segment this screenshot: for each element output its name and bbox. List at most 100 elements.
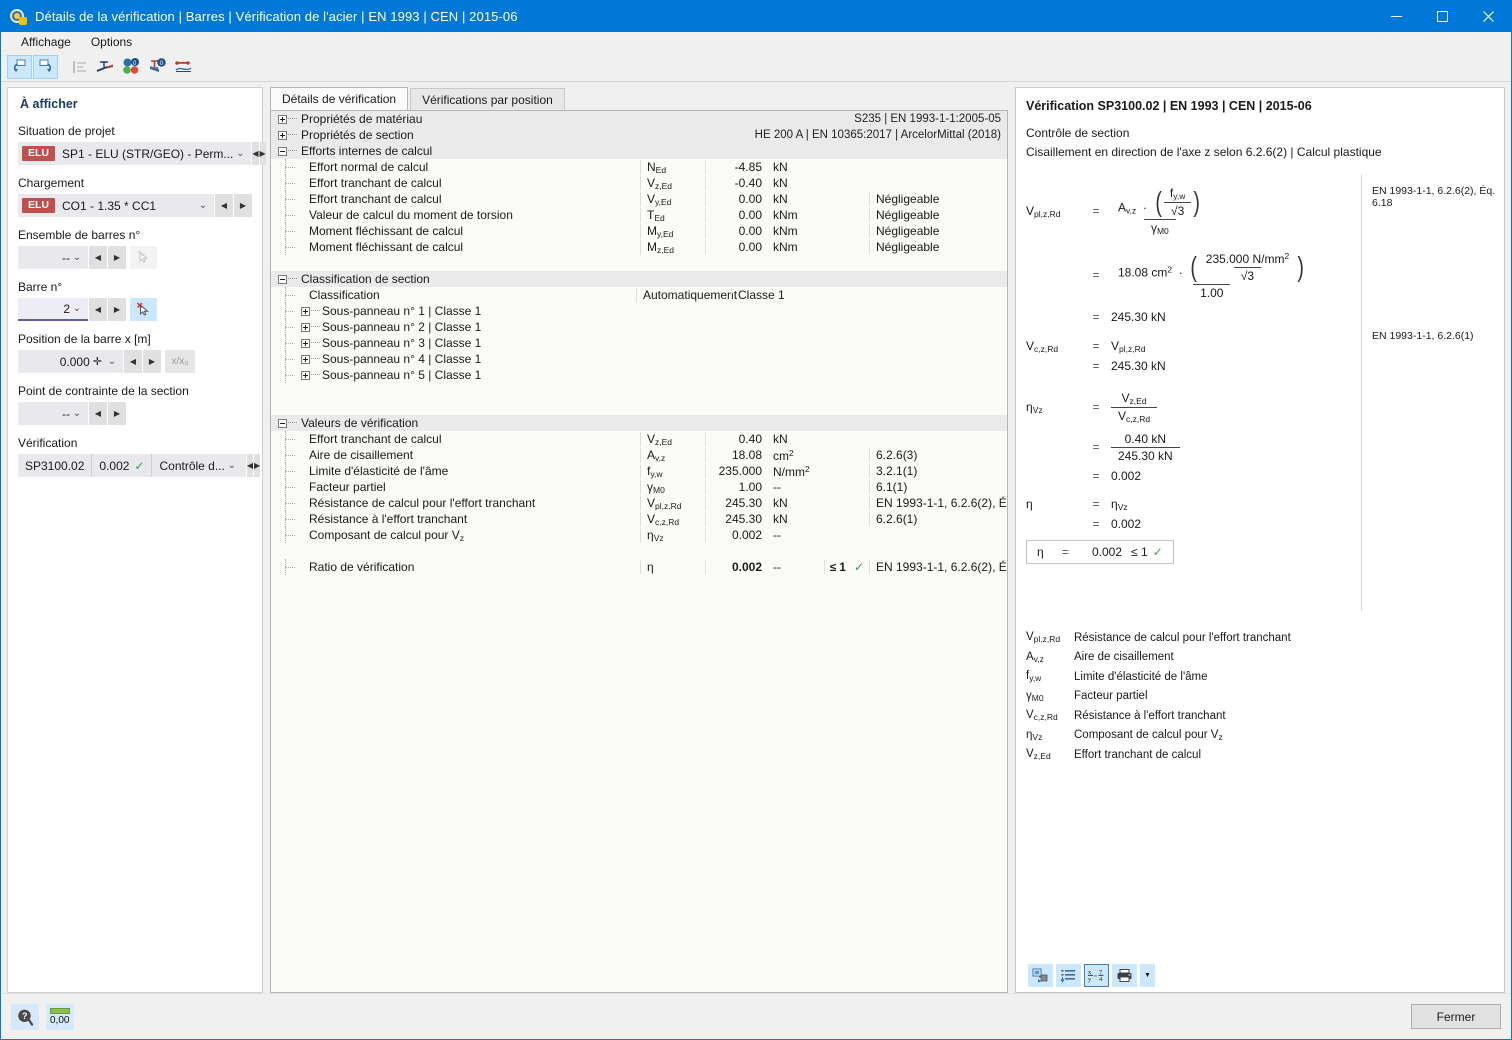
list-view-icon[interactable] xyxy=(67,55,92,79)
collapse-icon[interactable] xyxy=(278,146,287,156)
close-button[interactable]: Fermer xyxy=(1411,1004,1501,1029)
list-icon[interactable] xyxy=(1056,963,1081,987)
subpanel-row[interactable]: Sous-panneau n° 2 | Classe 1 xyxy=(271,319,1007,335)
loading-combo[interactable]: ELU CO1 - 1.35 * CC1 ⌄ xyxy=(18,194,214,217)
eq-lhs-vplzrd: Vpl,z,Rd xyxy=(1026,203,1061,219)
row-note: Négligeable xyxy=(869,240,1007,254)
group-classification[interactable]: Classification de section xyxy=(271,271,1007,287)
equals-sign: = xyxy=(1092,268,1100,282)
eq-rhs-eta: ηVz xyxy=(1111,496,1128,512)
chevron-down-icon[interactable]: ⌄ xyxy=(233,148,247,159)
chevron-down-icon[interactable]: ⌄ xyxy=(105,356,119,367)
group-section-properties[interactable]: Propriétés de section HE 200 A | EN 1036… xyxy=(271,127,1007,143)
next-loading-button[interactable]: ▶ xyxy=(234,194,252,217)
diagram-view-icon[interactable] xyxy=(171,55,196,79)
glossary-row: Av,z Aire de cisaillement xyxy=(1026,648,1291,668)
chevron-down-icon[interactable]: ⌄ xyxy=(196,200,210,211)
table-row: Moment fléchissant de calcul Mz,Ed 0.00 kNm… xyxy=(271,239,1007,255)
menu-options[interactable]: Options xyxy=(81,33,142,51)
caret-down-icon[interactable]: ▼ xyxy=(1140,963,1155,987)
pick-member-set-icon[interactable] xyxy=(130,246,157,269)
member-combo[interactable]: 2 ⌄ xyxy=(18,298,88,321)
expand-icon[interactable] xyxy=(278,130,287,140)
row-label: Effort tranchant de calcul xyxy=(309,192,442,206)
prev-situation-button[interactable]: ◀ xyxy=(252,142,259,165)
expand-icon[interactable] xyxy=(301,370,310,380)
row-symbol: γM0 xyxy=(640,479,705,495)
prev-loading-button[interactable]: ◀ xyxy=(215,194,233,217)
pick-member-icon[interactable] xyxy=(130,298,157,321)
next-verification-button[interactable]: ▶ xyxy=(254,454,261,477)
group-internal-forces[interactable]: Efforts internes de calcul xyxy=(271,143,1007,159)
row-unit: N/mm2 xyxy=(773,463,810,479)
next-member-button[interactable]: ▶ xyxy=(108,298,126,321)
stress-point-combo[interactable]: -- ⌄ xyxy=(18,402,88,425)
member-set-combo[interactable]: -- ⌄ xyxy=(18,246,88,269)
minimize-button[interactable] xyxy=(1373,1,1419,32)
close-icon[interactable] xyxy=(1465,1,1511,32)
equals-sign: = xyxy=(1092,517,1100,531)
results-colored-icon[interactable]: 0 xyxy=(119,55,144,79)
verification-type[interactable]: Contrôle d... ⌄ xyxy=(151,454,245,477)
units-button[interactable]: 0,00 xyxy=(46,1003,74,1030)
maximize-button[interactable] xyxy=(1419,1,1465,32)
check-values-rows: Effort tranchant de calcul Vz,Ed 0.40 kN Air… xyxy=(271,431,1007,543)
next-member-set-button[interactable]: ▶ xyxy=(108,246,126,269)
menu-affichage[interactable]: Affichage xyxy=(11,33,81,51)
subpanel-row[interactable]: Sous-panneau n° 4 | Classe 1 xyxy=(271,351,1007,367)
table-row: Classification Automatiquement Classe 1 xyxy=(271,287,1007,303)
question-mark-icon[interactable]: ? xyxy=(11,1003,39,1030)
tab-verifications-position[interactable]: Vérifications par position xyxy=(410,88,565,110)
collapse-icon[interactable] xyxy=(278,274,287,284)
relative-position-button[interactable]: x/x₀ xyxy=(165,350,195,373)
project-situation-combo[interactable]: ELU SP1 - ELU (STR/GEO) - Perm... ⌄ xyxy=(18,142,252,165)
loading-value: CO1 - 1.35 * CC1 xyxy=(62,198,157,213)
expand-icon[interactable] xyxy=(301,322,310,332)
tab-details-verification[interactable]: Détails de vérification xyxy=(270,87,409,110)
prev-stress-point-button[interactable]: ◀ xyxy=(89,402,107,425)
next-situation-button[interactable]: ▶ xyxy=(259,142,266,165)
next-stress-point-button[interactable]: ▶ xyxy=(108,402,126,425)
collapse-icon[interactable] xyxy=(278,418,287,428)
chevron-down-icon[interactable]: ⌄ xyxy=(70,408,84,419)
verification-ratio: 0.002 ✓ xyxy=(91,454,151,477)
svg-text:=: = xyxy=(1094,973,1098,980)
prev-member-set-button[interactable]: ◀ xyxy=(89,246,107,269)
details-tree: Propriétés de matériau S235 | EN 1993-1-… xyxy=(270,110,1008,993)
subpanel-row[interactable]: Sous-panneau n° 3 | Classe 1 xyxy=(271,335,1007,351)
undo-arrow-icon[interactable] xyxy=(7,54,32,79)
subpanel-label: Sous-panneau n° 2 | Classe 1 xyxy=(322,320,482,334)
chevron-down-icon[interactable]: ⌄ xyxy=(70,252,84,263)
group-check-values[interactable]: Valeurs de vérification xyxy=(271,415,1007,431)
results-detail-icon[interactable]: 0 xyxy=(145,55,170,79)
section-view-icon[interactable] xyxy=(93,55,118,79)
expand-icon[interactable] xyxy=(301,338,310,348)
position-combo[interactable]: 0.000 ✛ ⌄ xyxy=(18,350,123,373)
export-icon[interactable] xyxy=(1028,963,1053,987)
ratio-unit: -- xyxy=(773,560,781,574)
expand-icon[interactable] xyxy=(301,354,310,364)
row-unit: kN xyxy=(773,496,788,510)
table-row: Effort tranchant de calcul Vz,Ed 0.40 kN xyxy=(271,431,1007,447)
row-value: 0.00 xyxy=(705,208,767,222)
row-unit: kN xyxy=(773,160,788,174)
row-value: 0.00 xyxy=(705,192,767,206)
formula-icon[interactable]: x y = 7 4 xyxy=(1084,963,1109,987)
group-material-properties[interactable]: Propriétés de matériau S235 | EN 1993-1-… xyxy=(271,111,1007,127)
prev-position-button[interactable]: ◀ xyxy=(124,350,142,373)
prev-verification-button[interactable]: ◀ xyxy=(246,454,254,477)
label-member: Barre n° xyxy=(18,280,63,294)
next-position-button[interactable]: ▶ xyxy=(143,350,161,373)
move-handle-icon[interactable]: ✛ xyxy=(93,355,102,368)
prev-member-button[interactable]: ◀ xyxy=(89,298,107,321)
subpanel-row[interactable]: Sous-panneau n° 5 | Classe 1 xyxy=(271,367,1007,383)
redo-arrow-icon[interactable] xyxy=(33,54,58,79)
row-symbol: Av,z xyxy=(640,447,705,463)
formula-title: Vérification SP3100.02 | EN 1993 | CEN |… xyxy=(1026,99,1312,113)
chevron-down-icon[interactable]: ⌄ xyxy=(70,303,84,314)
subpanel-row[interactable]: Sous-panneau n° 1 | Classe 1 xyxy=(271,303,1007,319)
expand-icon[interactable] xyxy=(301,306,310,316)
chevron-down-icon[interactable]: ⌄ xyxy=(225,460,239,471)
print-icon[interactable] xyxy=(1112,963,1137,987)
expand-icon[interactable] xyxy=(278,114,287,124)
